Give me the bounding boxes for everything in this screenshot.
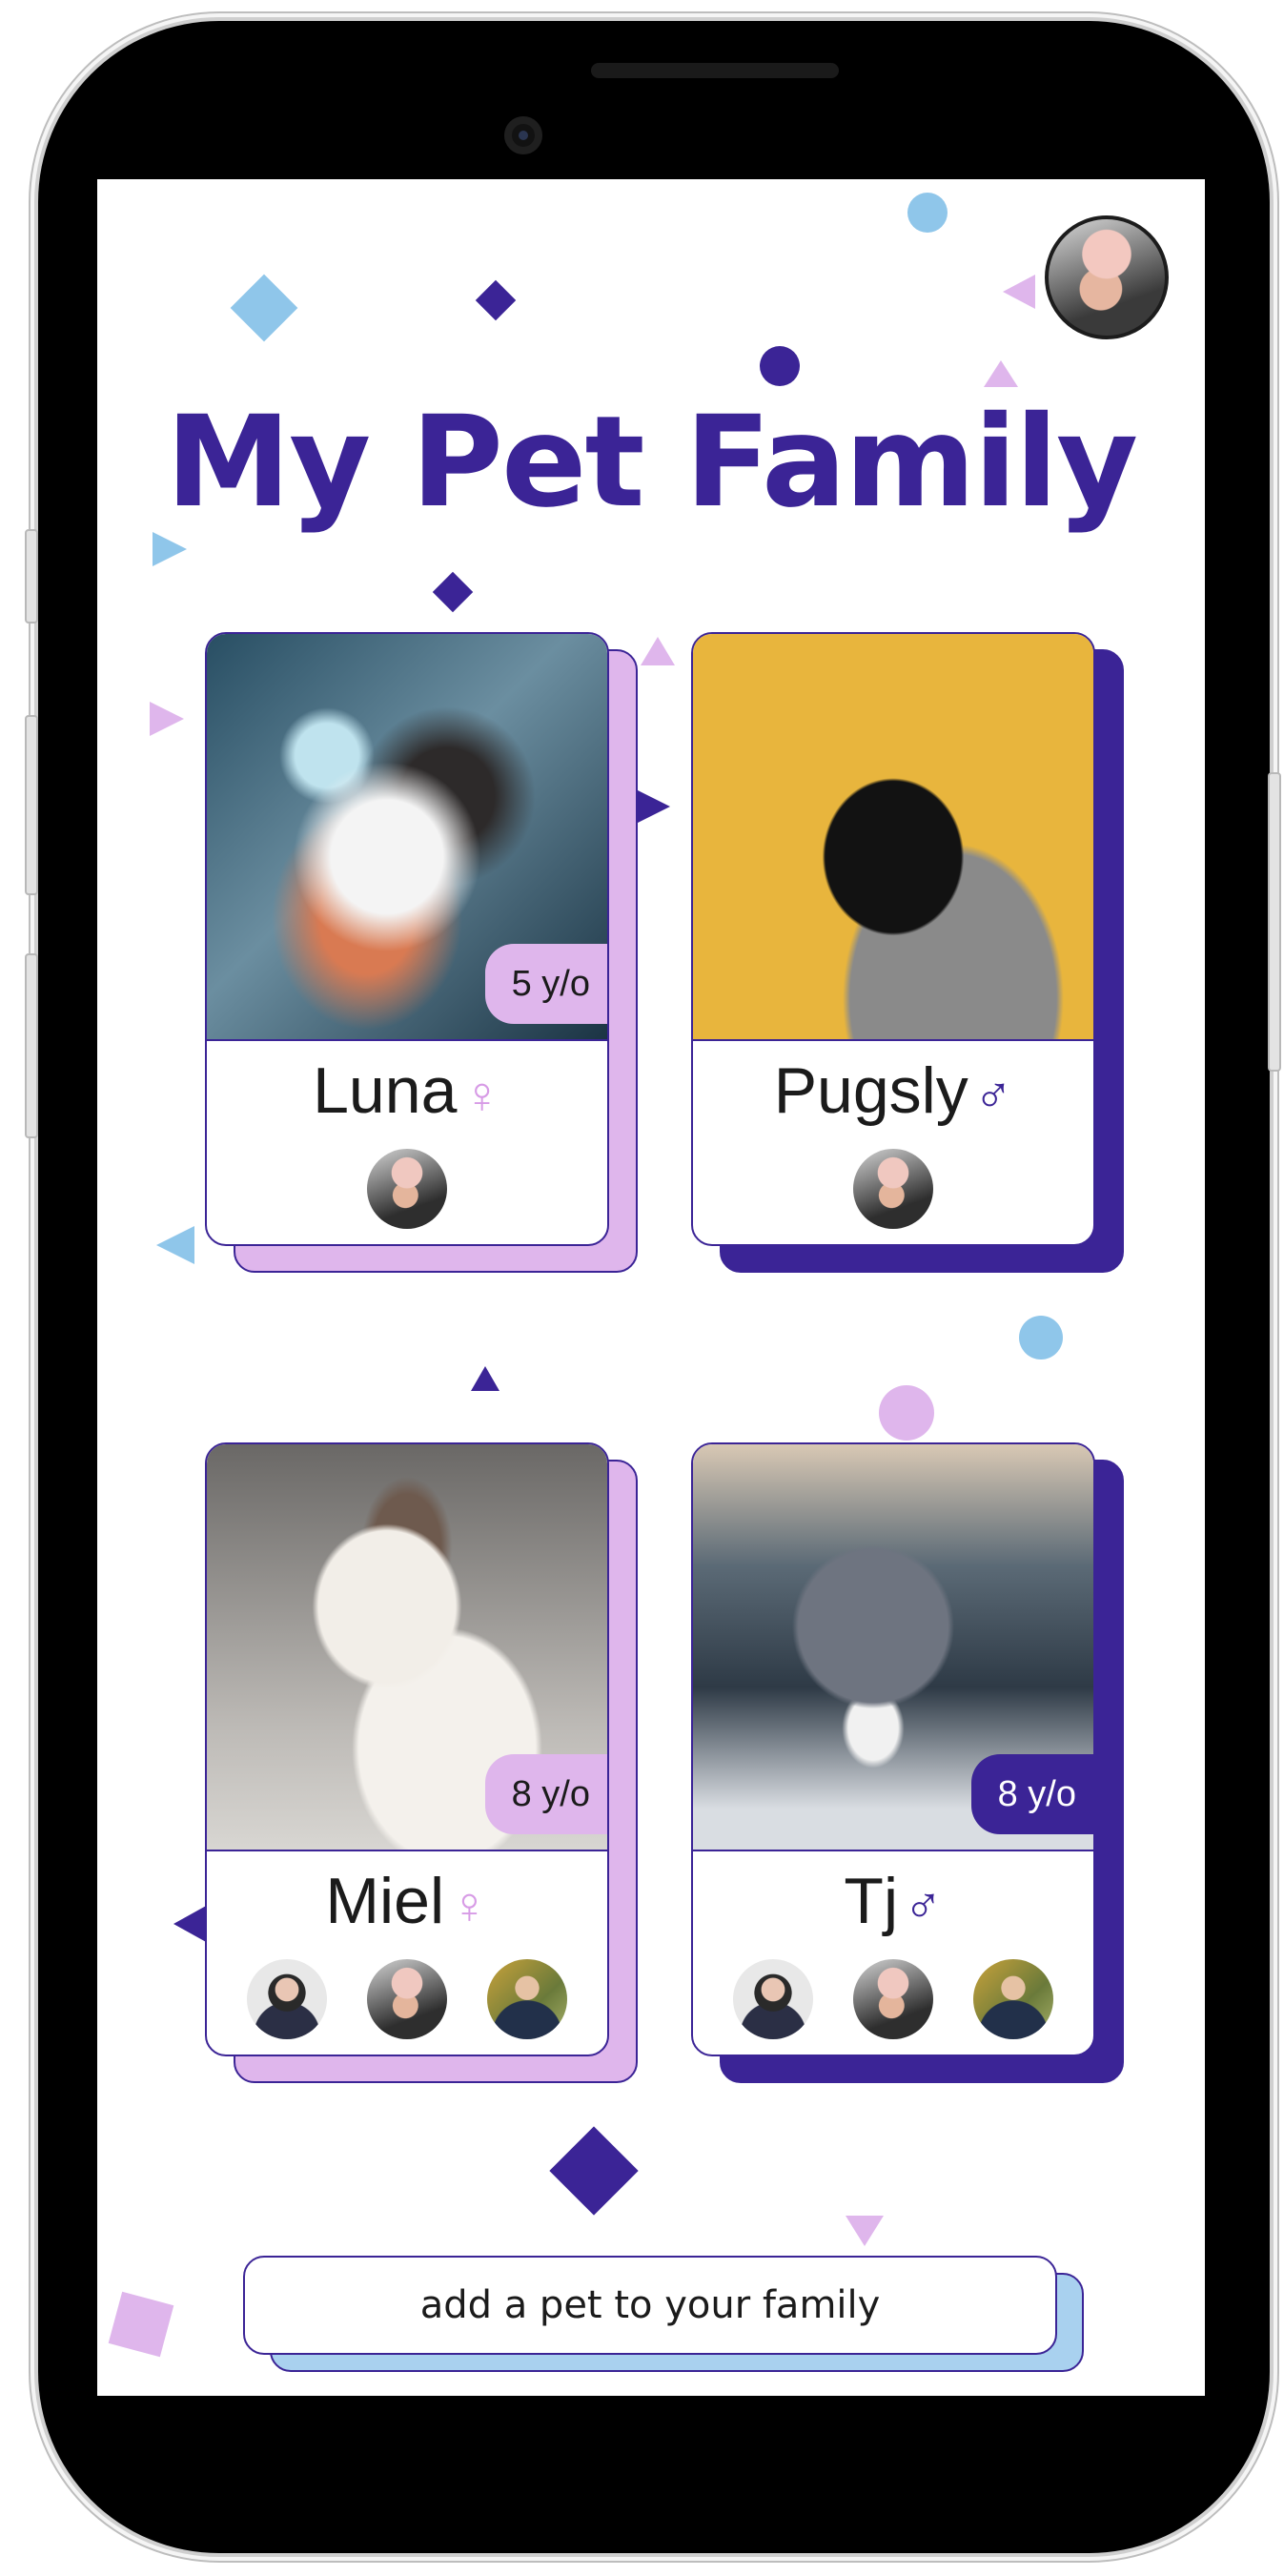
confetti-dot [1019,1316,1063,1360]
pet-card-luna[interactable]: 5 y/o Luna ♀ [205,632,638,1273]
pet-card[interactable]: 8 y/o Miel ♀ [205,1442,609,2056]
pet-card[interactable]: 8 y/o Tj ♂ [691,1442,1095,2056]
pet-name-row: Miel ♀ [207,1864,607,1938]
owner-avatar[interactable] [487,1959,567,2039]
pet-photo [693,634,1093,1041]
pet-card-tj[interactable]: 8 y/o Tj ♂ [691,1442,1124,2083]
confetti-triangle [153,532,187,566]
confetti-triangle [846,2216,884,2246]
confetti-square [549,2126,639,2216]
male-icon: ♂ [904,1877,943,1934]
confetti-triangle [641,637,675,665]
male-icon: ♂ [973,1067,1013,1124]
pet-name: Miel [325,1865,445,1937]
confetti-triangle [150,702,184,736]
volume-up-button [25,715,38,895]
pet-card[interactable]: Pugsly ♂ [691,632,1095,1246]
front-camera [504,116,542,154]
female-icon: ♀ [450,1877,489,1934]
owner-avatars [207,1959,607,2039]
add-pet-button[interactable]: add a pet to your family [243,2256,1057,2355]
owner-avatar[interactable] [367,1959,447,2039]
confetti-square [432,571,474,613]
pet-name-row: Tj ♂ [693,1864,1093,1938]
pet-name: Pugsly [773,1054,968,1127]
owner-avatar[interactable] [733,1959,813,2039]
age-badge: 8 y/o [970,1754,1093,1834]
pet-name-row: Luna ♀ [207,1053,607,1128]
pet-name-row: Pugsly ♂ [693,1053,1093,1128]
confetti-triangle [984,360,1018,387]
confetti-dot [760,346,800,386]
volume-down-button [25,953,38,1138]
owner-avatars [207,1149,607,1229]
pet-name: Luna [313,1054,458,1127]
confetti-square [108,2291,174,2358]
speaker-grille [591,63,839,78]
owner-avatars [693,1959,1093,2039]
confetti-dot [907,193,948,233]
confetti-triangle [173,1905,208,1943]
add-pet-control[interactable]: add a pet to your family [243,2256,1084,2380]
page-title: My Pet Family [165,389,1138,536]
power-button [1268,772,1281,1072]
owner-avatar[interactable] [853,1149,933,1229]
owner-avatar[interactable] [247,1959,327,2039]
pet-name: Tj [844,1865,899,1937]
age-badge: 5 y/o [484,944,607,1024]
confetti-triangle [1003,275,1035,309]
female-icon: ♀ [462,1067,501,1124]
profile-avatar[interactable] [1045,215,1169,339]
pet-card-pugsly[interactable]: Pugsly ♂ [691,632,1124,1273]
pet-card-miel[interactable]: 8 y/o Miel ♀ [205,1442,638,2083]
confetti-triangle [636,789,670,824]
owner-avatar[interactable] [853,1959,933,2039]
confetti-triangle [471,1366,499,1391]
mute-switch [25,529,38,624]
confetti-triangle [156,1226,194,1264]
confetti-square [230,274,298,342]
confetti-dot [879,1385,934,1441]
age-badge: 8 y/o [484,1754,607,1834]
pet-card[interactable]: 5 y/o Luna ♀ [205,632,609,1246]
app-screen: My Pet Family 5 y/o Luna ♀ Pugsly ♂ 8 y/… [97,179,1205,2396]
owner-avatar[interactable] [367,1149,447,1229]
owner-avatar[interactable] [973,1959,1053,2039]
owner-avatars [693,1149,1093,1229]
confetti-square [475,279,517,321]
